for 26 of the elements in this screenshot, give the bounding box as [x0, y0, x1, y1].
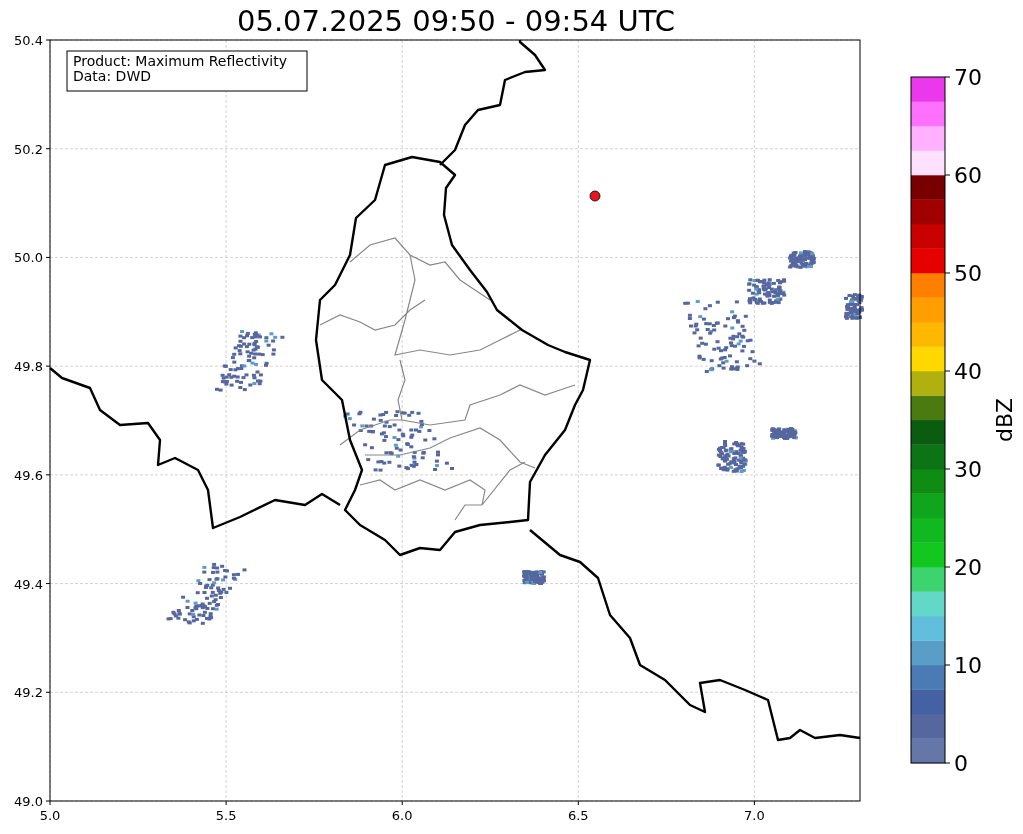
- x-tick-label: 6.5: [567, 808, 589, 823]
- x-tick-label: 5.0: [39, 808, 61, 823]
- info-text: Product: Maximum Reflectivity: [73, 53, 287, 69]
- colorbar-tick-label: 60: [954, 163, 982, 188]
- y-tick-label: 49.6: [14, 467, 43, 483]
- y-tick-label: 50.4: [14, 33, 43, 48]
- colorbar-tick-label: 20: [954, 555, 982, 580]
- colorbar-tick-label: 30: [954, 457, 982, 482]
- y-tick-label: 49.8: [14, 359, 43, 375]
- colorbar-tick-label: 10: [954, 653, 982, 678]
- info-text: Data: DWD: [73, 68, 151, 84]
- colorbar-label: dBZ: [992, 397, 1017, 443]
- y-tick-label: 50.0: [14, 250, 43, 266]
- colorbar-tick-label: 40: [954, 359, 982, 384]
- y-tick-label: 49.4: [14, 576, 43, 592]
- chart-title: 05.07.2025 09:50 - 09:54 UTC: [237, 4, 675, 38]
- y-tick-label: 50.2: [14, 141, 43, 157]
- y-tick-label: 49.2: [14, 685, 43, 701]
- colorbar-tick-label: 50: [954, 261, 982, 286]
- location-marker: [589, 190, 601, 202]
- x-tick-label: 6.0: [391, 808, 413, 823]
- y-tick-label: 49.0: [14, 794, 43, 809]
- colorbar-tick-label: 0: [954, 751, 968, 776]
- colorbar-tick-label: 70: [954, 65, 982, 90]
- x-tick-label: 5.5: [215, 808, 237, 823]
- x-tick-label: 7.0: [744, 808, 765, 823]
